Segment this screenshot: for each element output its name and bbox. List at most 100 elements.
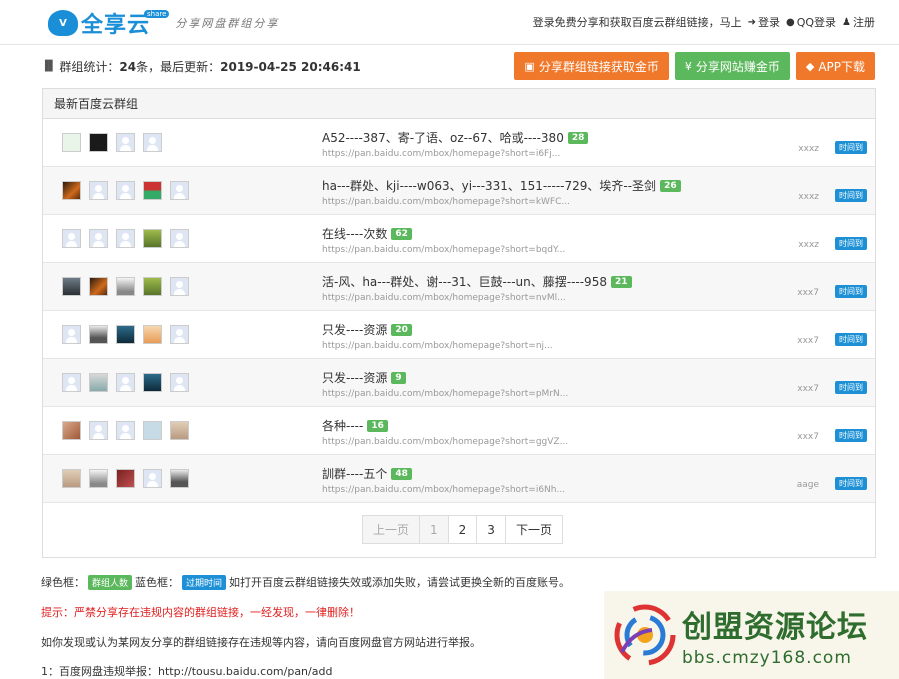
- legend-text: 如打开百度云群组链接失效或添加失败，请尝试更换全新的百度账号。: [229, 576, 571, 589]
- expiry-badge: 时间到: [835, 477, 867, 490]
- member-avatars: [62, 421, 197, 440]
- share-site-label: 分享网站赚金币: [695, 59, 780, 74]
- qq-login-link[interactable]: ● QQ登录: [786, 14, 836, 30]
- avatar: [89, 469, 108, 488]
- member-avatars: [62, 277, 197, 296]
- avatar: [143, 469, 162, 488]
- group-title[interactable]: 訓群----五个 48: [322, 465, 412, 482]
- avatar: [89, 325, 108, 344]
- avatar: [170, 325, 189, 344]
- group-row[interactable]: 只发----资源 20 https://pan.baidu.com/mbox/ho…: [43, 311, 875, 359]
- member-count-badge: 20: [391, 323, 412, 336]
- group-title[interactable]: 只发----资源 9: [322, 369, 406, 386]
- login-link[interactable]: ➜ 登录: [748, 14, 780, 30]
- group-link[interactable]: https://pan.baidu.com/mbox/homepage?shor…: [322, 437, 568, 447]
- avatar: [89, 421, 108, 440]
- group-title[interactable]: 活-风、ha---群处、谢---31、巨鼓---un、藤摆----958 21: [322, 273, 632, 290]
- avatar: [116, 229, 135, 248]
- member-count-badge: 28: [567, 131, 589, 144]
- avatar: [143, 133, 162, 152]
- expiry-badge: 时间到: [835, 237, 867, 250]
- group-link[interactable]: https://pan.baidu.com/mbox/homepage?shor…: [322, 389, 568, 399]
- forum-title: 创盟资源论坛: [682, 610, 868, 645]
- group-row[interactable]: 活-风、ha---群处、谢---31、巨鼓---un、藤摆----958 21 h…: [43, 263, 875, 311]
- avatar: [89, 133, 108, 152]
- expiry-badge: 时间到: [835, 141, 867, 154]
- forum-url: bbs.cmzy168.com: [682, 648, 852, 668]
- login-icon: ➜: [747, 16, 756, 28]
- share-icon: ▣: [524, 59, 535, 73]
- group-title[interactable]: 各种---- 16: [322, 417, 388, 434]
- stats-updated: 2019-04-25 20:46:41: [220, 59, 361, 74]
- bar-chart-icon: ▐▌: [41, 61, 57, 72]
- page-1[interactable]: 1: [419, 515, 449, 544]
- avatar: [170, 421, 189, 440]
- group-row[interactable]: A52----387、寄-了语、oz--67、哈或----380 28 https…: [43, 119, 875, 167]
- member-avatars: [62, 325, 197, 344]
- member-avatars: [62, 373, 197, 392]
- logo-badge: share: [144, 10, 170, 18]
- sharer-name: xxxz: [798, 240, 819, 250]
- avatar: [170, 373, 189, 392]
- top-bar: V 全享云 share 分享网盘群组分享 登录免费分享和获取百度云群组链接，马上…: [0, 0, 899, 45]
- avatar: [116, 373, 135, 392]
- member-avatars: [62, 469, 197, 488]
- group-name: 只发----资源: [322, 371, 388, 385]
- forum-logo-icon: [612, 602, 678, 668]
- prev-page-button[interactable]: 上一页: [362, 515, 421, 544]
- group-title[interactable]: ha---群处、kji----w063、yi---331、151-----729…: [322, 177, 681, 194]
- page-2[interactable]: 2: [447, 515, 478, 544]
- login-label: 登录: [757, 16, 780, 29]
- share-group-button[interactable]: ▣ 分享群组链接获取金币: [514, 52, 669, 80]
- app-download-button[interactable]: ◆ APP下载: [795, 52, 875, 80]
- avatar: [62, 469, 81, 488]
- action-buttons: ▣ 分享群组链接获取金币 ¥ 分享网站赚金币 ◆ APP下载: [508, 52, 875, 80]
- sharer-name: xxx7: [797, 288, 819, 298]
- stats-prefix: 群组统计：: [59, 60, 120, 74]
- forum-watermark: 创盟资源论坛 bbs.cmzy168.com: [604, 591, 899, 679]
- group-name: ha---群处、kji----w063、yi---331、151-----729…: [322, 179, 657, 193]
- avatar: [170, 181, 189, 200]
- legend-green-label: 绿色框：: [41, 576, 85, 589]
- next-page-button[interactable]: 下一页: [504, 515, 563, 544]
- avatar: [143, 181, 162, 200]
- avatar: [62, 421, 81, 440]
- group-title[interactable]: 只发----资源 20: [322, 321, 412, 338]
- group-title[interactable]: A52----387、寄-了语、oz--67、哈或----380 28: [322, 129, 589, 146]
- avatar: [89, 181, 108, 200]
- group-name: 訓群----五个: [322, 467, 388, 481]
- group-link[interactable]: https://pan.baidu.com/mbox/homepage?shor…: [322, 341, 553, 351]
- report-link[interactable]: 1：百度网盘违规举报：http://tousu.baidu.com/pan/ad…: [41, 663, 332, 679]
- group-link[interactable]: https://pan.baidu.com/mbox/homepage?shor…: [322, 245, 565, 255]
- group-row[interactable]: 在线----次数 62 https://pan.baidu.com/mbox/ho…: [43, 215, 875, 263]
- logo-slogan: 分享网盘群组分享: [175, 17, 280, 30]
- qq-icon: ●: [785, 16, 795, 28]
- group-row[interactable]: ha---群处、kji----w063、yi---331、151-----729…: [43, 167, 875, 215]
- group-link[interactable]: https://pan.baidu.com/mbox/homepage?shor…: [322, 485, 565, 495]
- group-link[interactable]: https://pan.baidu.com/mbox/homepage?shor…: [322, 149, 560, 159]
- group-row[interactable]: 訓群----五个 48 https://pan.baidu.com/mbox/ho…: [43, 455, 875, 503]
- yen-icon: ¥: [684, 59, 692, 73]
- forum-text: 创盟资源论坛 bbs.cmzy168.com: [682, 602, 868, 668]
- avatar: [116, 133, 135, 152]
- page-3[interactable]: 3: [476, 515, 506, 544]
- stats-mid: 条，最后更新：: [136, 60, 221, 74]
- group-title[interactable]: 在线----次数 62: [322, 225, 412, 242]
- avatar: [116, 325, 135, 344]
- group-row[interactable]: 各种---- 16 https://pan.baidu.com/mbox/home…: [43, 407, 875, 455]
- share-site-button[interactable]: ¥ 分享网站赚金币: [674, 52, 790, 80]
- sharer-name: xxx7: [797, 432, 819, 442]
- avatar: [62, 133, 81, 152]
- register-link[interactable]: ♟ 注册: [842, 14, 875, 30]
- logo-name: 全享云: [81, 13, 151, 38]
- expiry-badge: 时间到: [835, 381, 867, 394]
- avatar: [62, 325, 81, 344]
- site-logo[interactable]: V 全享云 share 分享网盘群组分享: [48, 8, 279, 38]
- group-row[interactable]: 只发----资源 9 https://pan.baidu.com/mbox/hom…: [43, 359, 875, 407]
- expiry-badge: 时间到: [835, 333, 867, 346]
- group-link[interactable]: https://pan.baidu.com/mbox/homepage?shor…: [322, 293, 566, 303]
- avatar: [89, 373, 108, 392]
- group-link[interactable]: https://pan.baidu.com/mbox/homepage?shor…: [322, 197, 570, 207]
- sharer-name: xxxz: [798, 144, 819, 154]
- avatar: [143, 421, 162, 440]
